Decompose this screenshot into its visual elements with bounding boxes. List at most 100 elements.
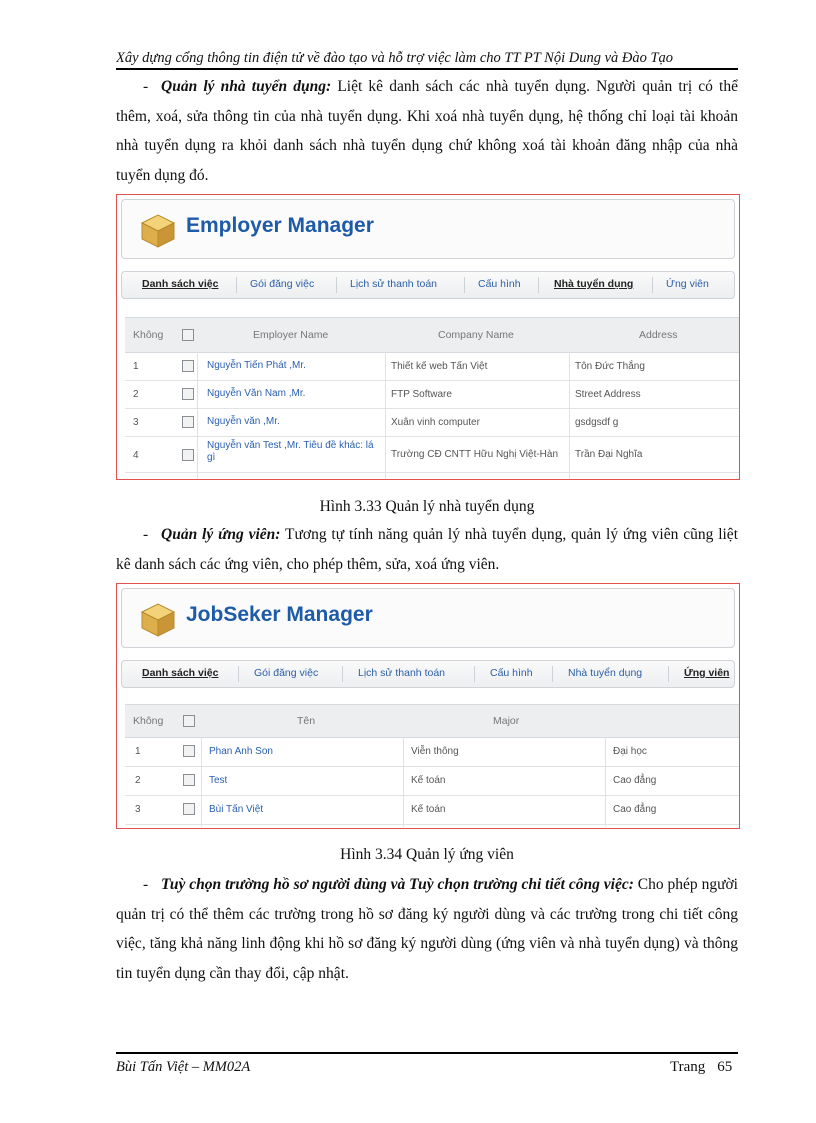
header-rule: [116, 68, 738, 70]
bullet-dash: -: [143, 78, 149, 95]
nav-separator: [464, 277, 465, 293]
nav-job-packages[interactable]: Gói đăng việc: [250, 278, 314, 290]
major: Kế toán: [411, 775, 446, 786]
company-name: FTP Software: [391, 389, 452, 400]
nav-separator: [474, 666, 475, 682]
row-number: 2: [133, 389, 139, 400]
row-checkbox[interactable]: [182, 416, 194, 428]
col-name: Tên: [297, 715, 316, 727]
company-name: Thiết kế web Tấn Việt: [391, 361, 488, 372]
nav-separator: [336, 277, 337, 293]
paragraph-employer-management: - Quản lý nhà tuyển dụng: Liệt kê danh sá…: [116, 72, 738, 190]
col-major: Major: [493, 715, 520, 727]
nav-separator: [552, 666, 553, 682]
nav-separator: [652, 277, 653, 293]
table-header: Không Employer Name Company Name Address: [125, 317, 739, 353]
employer-name-link[interactable]: Nguyễn văn ,Mr.: [207, 416, 280, 427]
employer-manager-screenshot: Employer Manager Danh sách việc Gói đăng…: [116, 194, 740, 480]
company-name: Xuân vinh computer: [391, 417, 480, 428]
title-bar: Employer Manager: [121, 199, 735, 259]
select-all-checkbox[interactable]: [183, 715, 195, 727]
nav-job-packages[interactable]: Gói đăng việc: [254, 667, 318, 679]
row-number: 2: [135, 775, 141, 786]
footer-rule: [116, 1052, 738, 1054]
major: Kế toán: [411, 804, 446, 815]
paragraph-heading: Tuỳ chọn trường hồ sơ người dùng và Tuỳ …: [161, 876, 634, 893]
nav-payment-history[interactable]: Lịch sử thanh toán: [358, 667, 445, 679]
degree: Cao đẳng: [613, 775, 657, 786]
row-number: 4: [133, 450, 139, 461]
table-row: 2 Nguyễn Văn Nam ,Mr. FTP Software Stree…: [125, 380, 739, 409]
bullet-dash: -: [143, 876, 149, 893]
app-title: JobSeker Manager: [186, 603, 373, 626]
bullet-dash: -: [143, 526, 149, 543]
nav-job-list[interactable]: Danh sách việc: [142, 667, 218, 679]
footer-author: Bùi Tấn Việt – MM02A: [116, 1059, 251, 1075]
table-row: 3 Nguyễn văn ,Mr. Xuân vinh computer gsd…: [125, 408, 739, 437]
nav-employers[interactable]: Nhà tuyển dụng: [568, 667, 642, 679]
col-address: Address: [639, 329, 678, 341]
page-number: 65: [717, 1059, 733, 1075]
box-icon: [140, 214, 176, 248]
col-no: Không: [133, 715, 164, 727]
nav-separator: [668, 666, 669, 682]
jobseeker-name-link[interactable]: Test: [209, 775, 227, 786]
figure-caption: Hình 3.34 Quản lý ứng viên: [340, 846, 514, 863]
running-header: Xây dựng cổng thông tin điện tử về đào t…: [116, 50, 674, 66]
employer-name-link[interactable]: Nguyễn Tiến Phát ,Mr.: [207, 360, 306, 371]
degree: Cao đẳng: [613, 804, 657, 815]
nav-bar: Danh sách việc Gói đăng việc Lịch sử tha…: [121, 271, 735, 299]
box-icon: [140, 603, 176, 637]
row-number: 3: [135, 804, 141, 815]
nav-config[interactable]: Cấu hình: [490, 667, 533, 679]
nav-jobseekers[interactable]: Ứng viên: [684, 667, 729, 679]
nav-separator: [538, 277, 539, 293]
jobseeker-name-link[interactable]: Bùi Tấn Việt: [209, 804, 263, 815]
nav-payment-history[interactable]: Lịch sử thanh toán: [350, 278, 437, 290]
paragraph-jobseeker-management: - Quản lý ứng viên: Tương tự tính năng qu…: [116, 520, 738, 579]
paragraph-heading: Quản lý ứng viên:: [161, 526, 281, 543]
nav-bar: Danh sách việc Gói đăng việc Lịch sử tha…: [121, 660, 735, 688]
row-checkbox[interactable]: [182, 449, 194, 461]
row-checkbox[interactable]: [182, 388, 194, 400]
nav-config[interactable]: Cấu hình: [478, 278, 521, 290]
nav-employers[interactable]: Nhà tuyển dụng: [554, 278, 633, 290]
address: Street Address: [575, 389, 641, 400]
footer-page: Trang 65: [670, 1059, 732, 1076]
address: Tôn Đức Thắng: [575, 361, 645, 372]
row-checkbox[interactable]: [183, 803, 195, 815]
address: gsdgsdf g: [575, 417, 619, 428]
page-label: Trang: [670, 1059, 706, 1075]
row-checkbox[interactable]: [183, 745, 195, 757]
select-all-checkbox[interactable]: [182, 329, 194, 341]
table-row: 1 Phan Anh Son Viễn thông Đại học: [125, 737, 739, 767]
paragraph-heading: Quản lý nhà tuyển dụng:: [161, 78, 332, 95]
col-company-name: Company Name: [438, 329, 514, 341]
table-row: 4 Nguyễn văn Test ,Mr. Tiêu đề khác: lá …: [125, 436, 739, 473]
nav-separator: [236, 277, 237, 293]
row-number: 1: [135, 746, 141, 757]
table-row: 1 Nguyễn Tiến Phát ,Mr. Thiết kế web Tấn…: [125, 352, 739, 381]
company-name: Trường CĐ CNTT Hữu Nghị Việt-Hàn: [391, 449, 559, 460]
employer-name-link[interactable]: Nguyễn văn Test ,Mr. Tiêu đề khác: lá gì: [207, 440, 383, 464]
jobseeker-manager-screenshot: JobSeker Manager Danh sách việc Gói đăng…: [116, 583, 740, 829]
paragraph-custom-fields: - Tuỳ chọn trường hồ sơ người dùng và Tuỳ…: [116, 870, 738, 988]
nav-separator: [342, 666, 343, 682]
col-employer-name: Employer Name: [253, 329, 329, 341]
table-header: Không Tên Major: [125, 704, 739, 738]
jobseeker-name-link[interactable]: Phan Anh Son: [209, 746, 273, 757]
degree: Đại học: [613, 746, 647, 757]
address: Trần Đại Nghĩa: [575, 449, 643, 460]
nav-separator: [238, 666, 239, 682]
nav-jobseekers[interactable]: Ứng viên: [666, 278, 709, 290]
row-checkbox[interactable]: [183, 774, 195, 786]
app-title: Employer Manager: [186, 214, 374, 237]
col-no: Không: [133, 329, 164, 341]
row-number: 1: [133, 361, 139, 372]
table-row: 3 Bùi Tấn Việt Kế toán Cao đẳng: [125, 795, 739, 825]
major: Viễn thông: [411, 746, 459, 757]
employer-name-link[interactable]: Nguyễn Văn Nam ,Mr.: [207, 388, 305, 399]
row-checkbox[interactable]: [182, 360, 194, 372]
row-number: 3: [133, 417, 139, 428]
nav-job-list[interactable]: Danh sách việc: [142, 278, 218, 290]
